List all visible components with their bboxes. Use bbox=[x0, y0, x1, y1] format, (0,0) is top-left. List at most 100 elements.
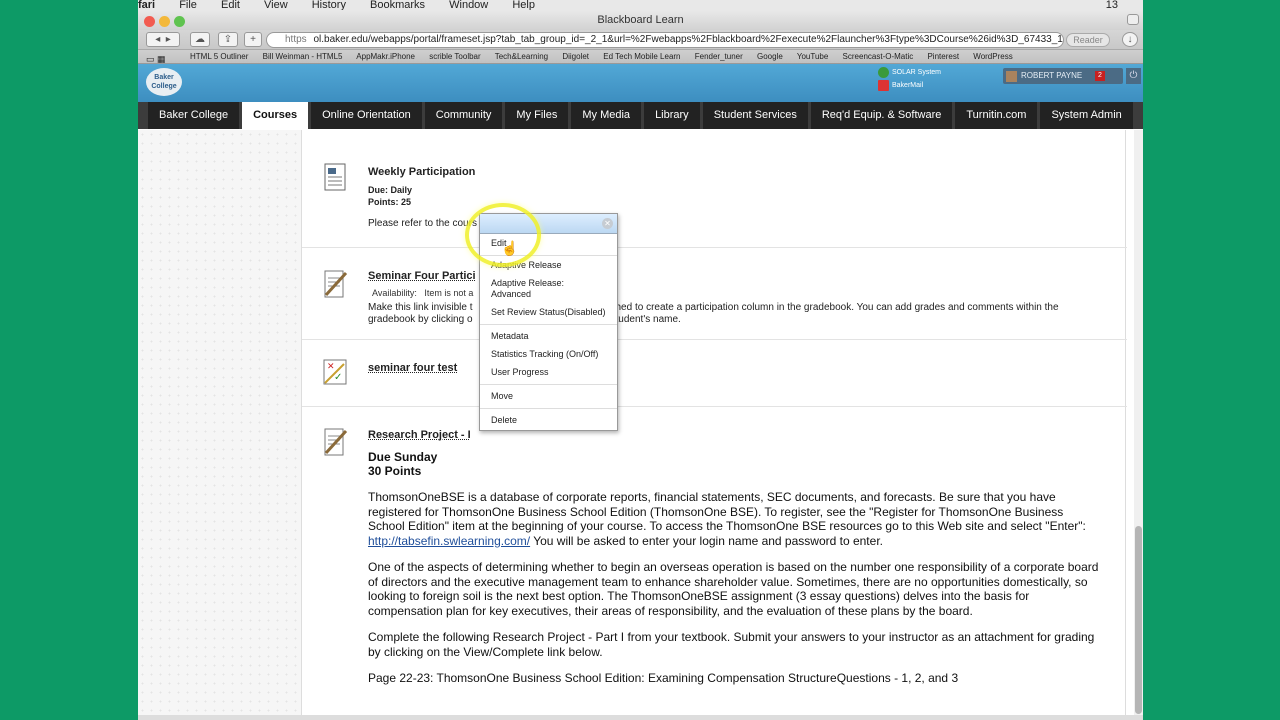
cloud-icon: ☁ bbox=[195, 34, 205, 45]
os-menu-file[interactable]: File bbox=[179, 0, 197, 10]
downloads-button[interactable]: ↓ bbox=[1122, 32, 1138, 47]
bookmark-item[interactable]: Screencast-O-Matic bbox=[843, 52, 914, 61]
browser-toolbar: ◂ ▸ ☁ ⇪ + https ol.baker.edu/webapps/por… bbox=[138, 30, 1143, 50]
bookmark-item[interactable]: Pinterest bbox=[927, 52, 959, 61]
list-item: Research Project - I Due Sunday 30 Point… bbox=[302, 407, 1127, 720]
forward-arrow-icon[interactable]: ▸ bbox=[166, 34, 171, 45]
bookmark-item[interactable]: AppMakr.iPhone bbox=[356, 52, 415, 61]
reading-list-icon[interactable]: ▭ ▦ bbox=[146, 52, 166, 63]
os-menu-edit[interactable]: Edit bbox=[221, 0, 240, 10]
title-bar: Blackboard Learn bbox=[138, 10, 1143, 30]
solar-system-label: SOLAR System bbox=[892, 69, 942, 76]
bookmark-item[interactable]: YouTube bbox=[797, 52, 828, 61]
content-list: Weekly Participation Due: Daily Points: … bbox=[301, 130, 1127, 720]
bookmark-item[interactable]: Tech&Learning bbox=[495, 52, 548, 61]
tab-my-files[interactable]: My Files bbox=[505, 102, 569, 129]
minimize-window-button[interactable] bbox=[159, 16, 170, 27]
due-text: Due: Daily bbox=[368, 185, 413, 195]
tab-turnitin[interactable]: Turnitin.com bbox=[955, 102, 1038, 129]
back-forward-buttons[interactable]: ◂ ▸ bbox=[146, 32, 180, 47]
menu-item-label: Adaptive Release: bbox=[491, 278, 565, 288]
os-menu-history[interactable]: History bbox=[312, 0, 346, 10]
icloud-tabs-button[interactable]: ☁ bbox=[190, 32, 210, 47]
os-menu-bookmarks[interactable]: Bookmarks bbox=[370, 0, 425, 10]
seminar-four-participation-link[interactable]: Seminar Four Partici bbox=[368, 270, 1097, 282]
window-title: Blackboard Learn bbox=[597, 14, 684, 26]
os-menu-help[interactable]: Help bbox=[512, 0, 535, 10]
tab-courses[interactable]: Courses bbox=[242, 102, 309, 129]
toolbar-toggle-button[interactable] bbox=[1127, 14, 1139, 25]
tab-reqd-equipment[interactable]: Req'd Equip. & Software bbox=[810, 102, 953, 129]
tab-system-admin[interactable]: System Admin bbox=[1040, 102, 1133, 129]
close-icon[interactable]: ✕ bbox=[602, 218, 613, 229]
os-clock: 13 bbox=[1105, 0, 1118, 10]
test-icon: ✕ ✓ bbox=[323, 359, 347, 385]
add-bookmark-button[interactable]: + bbox=[244, 32, 262, 47]
description-text: You will be asked to enter your login na… bbox=[530, 533, 883, 548]
os-menu-view[interactable]: View bbox=[264, 0, 288, 10]
logout-button[interactable]: ⏻ bbox=[1126, 68, 1141, 84]
description-paragraph: Page 22-23: ThomsonOne Business School E… bbox=[368, 671, 959, 685]
bookmark-item[interactable]: Google bbox=[757, 52, 783, 61]
menu-divider bbox=[480, 324, 617, 325]
reader-button[interactable]: Reader bbox=[1066, 33, 1110, 47]
bookmark-item[interactable]: scrible Toolbar bbox=[429, 52, 480, 61]
description-line: gradebook by clicking o student's name. bbox=[368, 314, 1097, 326]
svg-text:✕: ✕ bbox=[327, 362, 335, 372]
menu-item-delete[interactable]: Delete bbox=[480, 415, 617, 426]
bookmark-item[interactable]: HTML 5 Outliner bbox=[190, 52, 248, 61]
description-paragraph: Complete the following Research Project … bbox=[368, 630, 1095, 659]
menu-item-metadata[interactable]: Metadata bbox=[480, 331, 617, 342]
baker-college-logo[interactable]: Baker College bbox=[146, 68, 182, 96]
tab-online-orientation[interactable]: Online Orientation bbox=[311, 102, 422, 129]
bakermail-label: BakerMail bbox=[892, 82, 924, 89]
weekly-participation-title[interactable]: Weekly Participation bbox=[368, 166, 1097, 178]
blackboard-header: Baker College SOLAR System BakerMail ROB… bbox=[138, 64, 1143, 102]
address-bar[interactable]: https ol.baker.edu/webapps/portal/frames… bbox=[266, 32, 1064, 48]
solar-system-link[interactable]: SOLAR System bbox=[878, 66, 941, 79]
menu-item-statistics-tracking[interactable]: Statistics Tracking (On/Off) bbox=[480, 349, 617, 360]
bakermail-link[interactable]: BakerMail bbox=[878, 79, 941, 92]
notification-badge[interactable]: 2 bbox=[1095, 71, 1105, 81]
url-text: ol.baker.edu/webapps/portal/frameset.jsp… bbox=[313, 34, 1064, 45]
vertical-scrollbar[interactable] bbox=[1134, 130, 1143, 720]
os-menu-window[interactable]: Window bbox=[449, 0, 488, 10]
seminar-four-test-link[interactable]: seminar four test bbox=[368, 362, 1097, 374]
tab-community[interactable]: Community bbox=[424, 102, 503, 129]
menu-item-adaptive-release-advanced[interactable]: Adaptive Release: Advanced bbox=[480, 278, 617, 300]
scrollbar-thumb[interactable] bbox=[1135, 526, 1142, 714]
download-icon: ↓ bbox=[1127, 34, 1133, 45]
bookmark-item[interactable]: Bill Weinman - HTML5 bbox=[263, 52, 343, 61]
description-text: ThomsonOneBSE is a database of corporate… bbox=[368, 490, 1086, 533]
tab-my-media[interactable]: My Media bbox=[571, 102, 642, 129]
menu-item-user-progress[interactable]: User Progress bbox=[480, 367, 617, 378]
globe-icon bbox=[878, 66, 889, 78]
document-icon bbox=[324, 163, 346, 191]
user-menu[interactable]: ROBERT PAYNE 2 bbox=[1003, 68, 1123, 84]
avatar bbox=[1006, 71, 1017, 82]
bookmark-item[interactable]: WordPress bbox=[973, 52, 1012, 61]
back-arrow-icon[interactable]: ◂ bbox=[155, 34, 160, 45]
menu-item-move[interactable]: Move bbox=[480, 391, 617, 402]
availability-value: Item is not a bbox=[424, 288, 474, 298]
bookmark-item[interactable]: Diigolet bbox=[562, 52, 589, 61]
tab-baker-college[interactable]: Baker College bbox=[148, 102, 240, 129]
tab-student-services[interactable]: Student Services bbox=[702, 102, 808, 129]
bookmark-item[interactable]: Fender_tuner bbox=[695, 52, 743, 61]
zoom-window-button[interactable] bbox=[174, 16, 185, 27]
tab-library[interactable]: Library bbox=[644, 102, 700, 129]
os-menu-bar: fari File Edit View History Bookmarks Wi… bbox=[138, 0, 1143, 10]
list-item: Seminar Four Partici Availability: Item … bbox=[302, 248, 1127, 340]
close-window-button[interactable] bbox=[144, 16, 155, 27]
list-item: Weekly Participation Due: Daily Points: … bbox=[302, 130, 1127, 248]
menu-divider bbox=[480, 408, 617, 409]
description-line: Make this link invisible t shed to create… bbox=[368, 302, 1097, 314]
bookmark-item[interactable]: Ed Tech Mobile Learn bbox=[603, 52, 680, 61]
plus-icon: + bbox=[250, 34, 256, 45]
content-area: Weekly Participation Due: Daily Points: … bbox=[138, 130, 1143, 720]
share-button[interactable]: ⇪ bbox=[218, 32, 238, 47]
menu-item-set-review-status[interactable]: Set Review Status(Disabled) bbox=[480, 307, 617, 318]
os-menu-app[interactable]: fari bbox=[138, 0, 155, 10]
due-text: Due Sunday bbox=[368, 450, 438, 464]
thomsonone-link[interactable]: http://tabsefin.swlearning.com/ bbox=[368, 534, 530, 548]
